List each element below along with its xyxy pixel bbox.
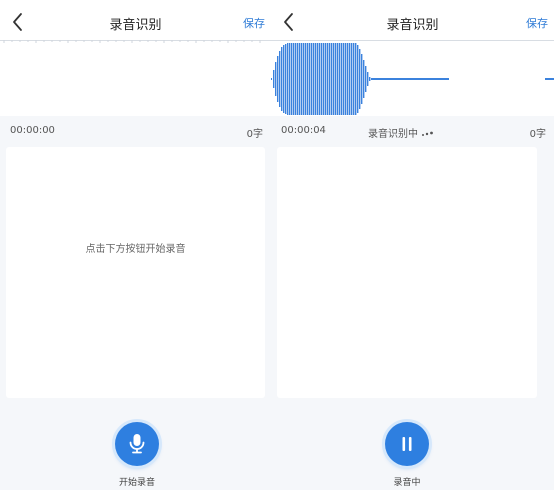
waveform-area	[271, 40, 554, 116]
timeline-ruler	[0, 40, 271, 43]
nav-bar: 录音识别 保存	[271, 0, 554, 44]
record-button-label: 开始录音	[118, 478, 155, 488]
waveform-area	[0, 40, 271, 116]
record-button-label: 录音中	[393, 478, 421, 488]
page-title: 录音识别	[109, 18, 162, 33]
char-count: 0字	[246, 129, 263, 140]
info-row: 00:00:04 录音识别中 0字	[271, 118, 554, 144]
elapsed-time: 00:00:04	[281, 125, 326, 136]
microphone-icon	[129, 434, 145, 454]
empty-hint: 点击下方按钮开始录音	[85, 244, 186, 255]
page-title: 录音识别	[386, 18, 439, 33]
pause-icon	[402, 437, 412, 451]
transcript-panel	[277, 147, 537, 398]
nav-bar: 录音识别 保存	[0, 0, 271, 44]
transcript-panel: 点击下方按钮开始录音	[6, 147, 265, 398]
status-label: 录音识别中	[368, 129, 418, 140]
recognition-screen-idle: 录音识别 保存 00:00:00 0字 点击下方按钮开始录音 开始录音	[0, 0, 271, 490]
recognition-status: 录音识别中	[368, 125, 435, 140]
pause-record-button[interactable]	[385, 422, 429, 466]
char-count: 0字	[529, 129, 546, 140]
elapsed-time: 00:00:00	[10, 125, 55, 136]
save-button[interactable]: 保存	[526, 15, 548, 31]
loading-dots-icon	[422, 131, 434, 136]
start-record-button[interactable]	[115, 422, 159, 466]
info-row: 00:00:00 0字	[0, 118, 271, 144]
recognition-screen-recording: 录音识别 保存 00:00:04 录音识别中 0字 录音中	[271, 0, 554, 490]
save-button[interactable]: 保存	[243, 15, 265, 31]
audio-waveform	[271, 40, 554, 115]
